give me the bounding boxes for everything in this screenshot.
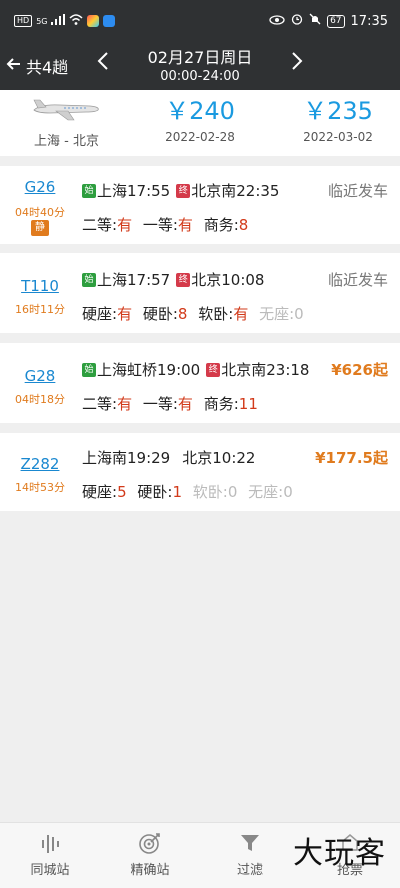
station-bars-icon xyxy=(0,831,100,855)
train-card-g26[interactable]: G26 04时40分 静 始 上海17:55 终 北京南22:35 临近发车 二… xyxy=(0,166,400,244)
next-day-button[interactable] xyxy=(290,50,304,78)
train-duration: 16时11分 xyxy=(15,303,65,316)
departure: 上海17:57 xyxy=(97,271,171,289)
departure: 上海17:55 xyxy=(97,182,171,200)
search-app-icon xyxy=(103,15,116,27)
app-notification-icon xyxy=(87,15,100,27)
seat-first-class: 一等:有 xyxy=(142,216,193,234)
trip-count: 共4趟 xyxy=(26,58,69,77)
departure-status: 临近发车 xyxy=(327,271,388,289)
quiet-carriage-badge: 静 xyxy=(31,220,49,236)
price-value: ￥235 xyxy=(303,97,373,125)
seat-standing: 无座:0 xyxy=(248,483,293,501)
terminal-station-tag: 终 xyxy=(176,183,191,198)
clock: 17:35 xyxy=(350,13,388,29)
seat-second-class: 二等:有 xyxy=(82,395,133,413)
arrival: 北京南22:35 xyxy=(191,182,280,200)
mute-icon xyxy=(309,13,321,29)
price-date: 2022-03-02 xyxy=(303,130,373,144)
seat-hard-seat: 硬座:5 xyxy=(82,483,127,501)
train-code[interactable]: Z282 xyxy=(0,455,80,473)
train-card-z282[interactable]: Z282 14时53分 上海南19:29 北京10:22 ¥177.5起 硬座:… xyxy=(0,433,400,511)
target-icon xyxy=(100,831,200,855)
departure: 上海虹桥19:00 xyxy=(97,361,201,379)
price-option-1[interactable]: ￥240 2022-02-28 xyxy=(140,96,260,144)
arrival: 北京10:08 xyxy=(191,271,265,289)
top-navbar: 共4趟 02月27日周日 00:00-24:00 xyxy=(0,44,400,90)
train-duration: 04时40分 xyxy=(15,206,65,219)
seat-business: 商务:8 xyxy=(203,216,249,234)
departure-status: 临近发车 xyxy=(327,182,388,200)
alarm-icon xyxy=(291,13,303,29)
watermark-logo: 大玩客 xyxy=(293,836,386,871)
seat-hard-seat: 硬座:有 xyxy=(82,305,133,323)
train-schedule: 始 上海17:55 终 北京南22:35 xyxy=(82,180,279,201)
price-option-2[interactable]: ￥235 2022-03-02 xyxy=(278,96,398,144)
network-badge: HD xyxy=(14,15,33,27)
tab-filter[interactable]: 过滤 xyxy=(200,831,300,878)
seat-business: 商务:11 xyxy=(203,395,258,413)
train-duration: 04时18分 xyxy=(15,393,65,406)
signal-icon xyxy=(51,14,66,28)
signal-type: 5G xyxy=(36,16,48,26)
filter-funnel-icon xyxy=(200,831,300,855)
train-card-t110[interactable]: T110 16时11分 始 上海17:57 终 北京10:08 临近发车 硬座:… xyxy=(0,253,400,333)
seat-soft-sleeper: 软卧:0 xyxy=(192,483,238,501)
train-schedule: 上海南19:29 北京10:22 xyxy=(82,447,255,468)
flight-price-bar[interactable]: 上海 - 北京 ￥240 2022-02-28 ￥235 2022-03-02 xyxy=(0,90,400,156)
train-code[interactable]: G28 xyxy=(0,367,80,385)
train-card-g28[interactable]: G28 04时18分 始 上海虹桥19:00 终 北京南23:18 ¥626起 … xyxy=(0,343,400,423)
status-bar: HD 5G 67 17:35 xyxy=(0,0,400,44)
seat-hard-sleeper: 硬卧:8 xyxy=(142,305,188,323)
airplane-icon xyxy=(30,96,102,126)
train-duration: 14时53分 xyxy=(15,481,65,494)
terminal-station-tag: 终 xyxy=(206,362,221,377)
previous-day-button[interactable] xyxy=(96,50,110,78)
seat-hard-sleeper: 硬卧:1 xyxy=(137,483,182,501)
tab-same-city-station[interactable]: 同城站 xyxy=(0,831,100,878)
price-value: ￥240 xyxy=(165,97,235,125)
train-code[interactable]: T110 xyxy=(0,277,80,295)
date-selector[interactable]: 02月27日周日 00:00-24:00 xyxy=(120,48,280,86)
seat-standing: 无座:0 xyxy=(259,305,304,323)
price-date: 2022-02-28 xyxy=(165,130,235,144)
chevron-right-icon xyxy=(292,52,303,70)
route-label: 上海 - 北京 xyxy=(34,134,99,149)
wifi-icon xyxy=(69,14,84,28)
tab-label: 过滤 xyxy=(236,863,263,878)
back-button[interactable]: 共4趟 xyxy=(6,54,68,78)
seat-availability: 二等:有 一等:有 商务:8 xyxy=(82,214,254,235)
battery-indicator: 67 xyxy=(327,14,345,28)
train-schedule: 始 上海17:57 终 北京10:08 xyxy=(82,269,264,290)
seat-availability: 二等:有 一等:有 商务:11 xyxy=(82,393,264,414)
tab-label: 精确站 xyxy=(130,863,170,878)
tab-label: 同城站 xyxy=(30,863,70,878)
time-range: 00:00-24:00 xyxy=(160,69,240,84)
train-code[interactable]: G26 xyxy=(0,178,80,196)
terminal-station-tag: 终 xyxy=(176,272,191,287)
seat-first-class: 一等:有 xyxy=(142,395,193,413)
arrival: 北京南23:18 xyxy=(221,361,310,379)
seat-availability: 硬座:5 硬卧:1 软卧:0 无座:0 xyxy=(82,481,299,502)
train-schedule: 始 上海虹桥19:00 终 北京南23:18 xyxy=(82,359,309,380)
starting-price: ¥626起 xyxy=(331,361,388,379)
start-station-tag: 始 xyxy=(82,272,96,287)
seat-availability: 硬座:有 硬卧:8 软卧:有 无座:0 xyxy=(82,303,310,324)
chevron-left-icon xyxy=(97,52,108,70)
start-station-tag: 始 xyxy=(82,362,96,377)
current-date: 02月27日周日 xyxy=(147,48,253,67)
arrival: 北京10:22 xyxy=(182,449,256,467)
departure: 上海南19:29 xyxy=(82,449,171,467)
back-arrow-icon xyxy=(6,56,22,76)
tab-exact-station[interactable]: 精确站 xyxy=(100,831,200,878)
eye-icon xyxy=(269,14,285,29)
seat-second-class: 二等:有 xyxy=(82,216,133,234)
starting-price: ¥177.5起 xyxy=(315,449,388,467)
seat-soft-sleeper: 软卧:有 xyxy=(198,305,249,323)
start-station-tag: 始 xyxy=(82,183,96,198)
